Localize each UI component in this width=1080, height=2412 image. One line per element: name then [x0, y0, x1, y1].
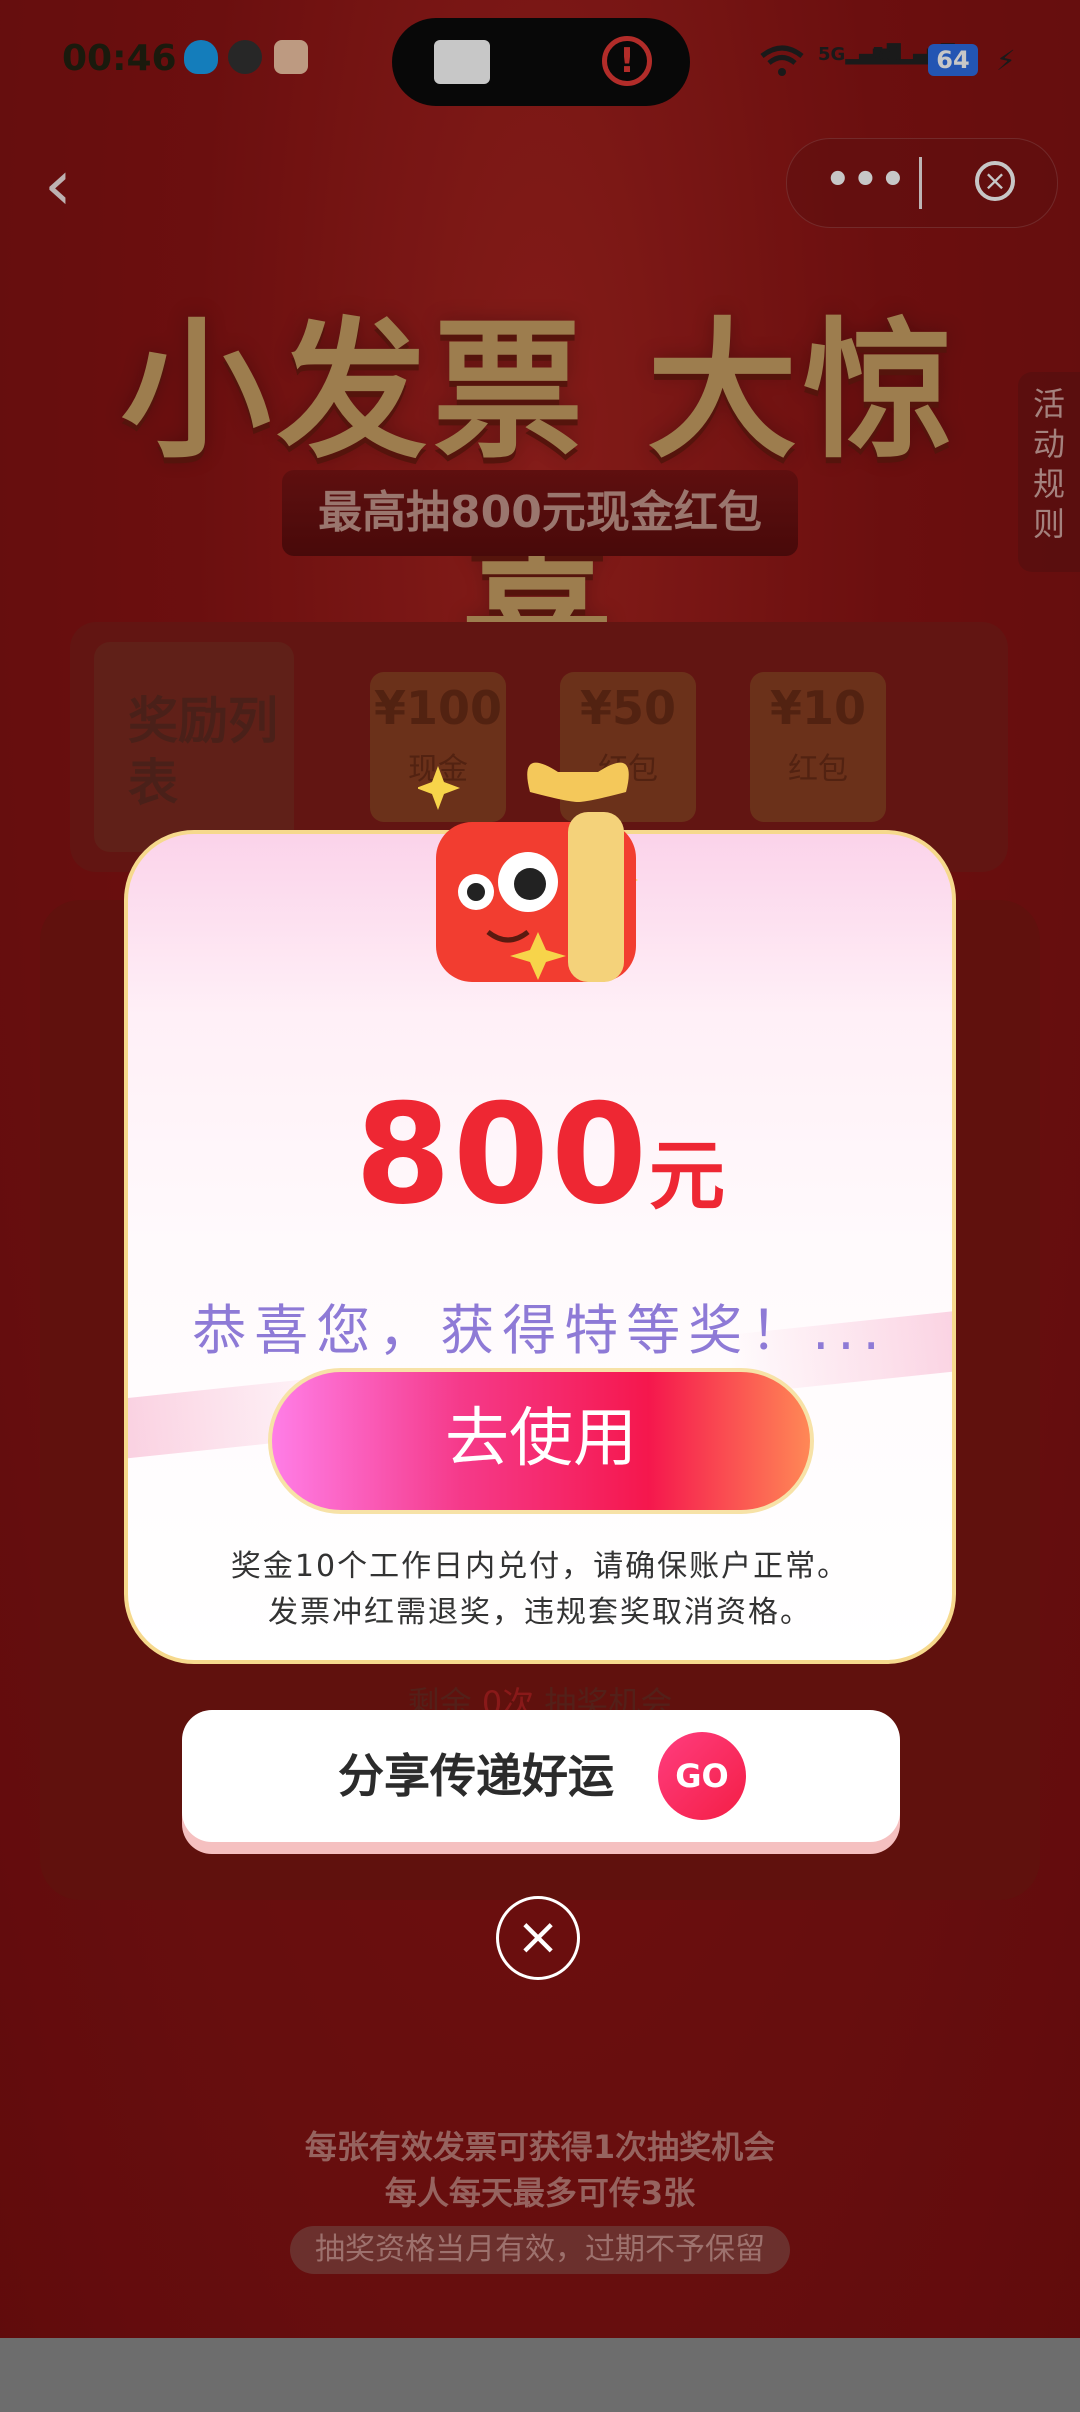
prize-amount-display: 800元	[128, 1074, 952, 1235]
congrats-text: 恭喜您，获得特等奖！...	[192, 1299, 888, 1362]
use-prize-button[interactable]: 去使用	[268, 1368, 814, 1514]
terms-line-1: 奖金10个工作日内兑付，请确保账户正常。	[230, 1549, 850, 1584]
terms-line-2: 发票冲红需退奖，违规套奖取消资格。	[268, 1595, 812, 1630]
gift-box-mascot-icon	[416, 752, 678, 992]
go-badge: GO	[658, 1732, 746, 1820]
prize-amount-unit: 元	[649, 1131, 726, 1220]
prize-terms: 奖金10个工作日内兑付，请确保账户正常。 发票冲红需退奖，违规套奖取消资格。	[128, 1544, 952, 1636]
prize-amount-value: 800	[354, 1074, 650, 1235]
share-label: 分享传递好运	[338, 1749, 614, 1803]
share-luck-button[interactable]: 分享传递好运 GO	[182, 1710, 900, 1842]
close-modal-button[interactable]: ×	[496, 1896, 580, 1980]
